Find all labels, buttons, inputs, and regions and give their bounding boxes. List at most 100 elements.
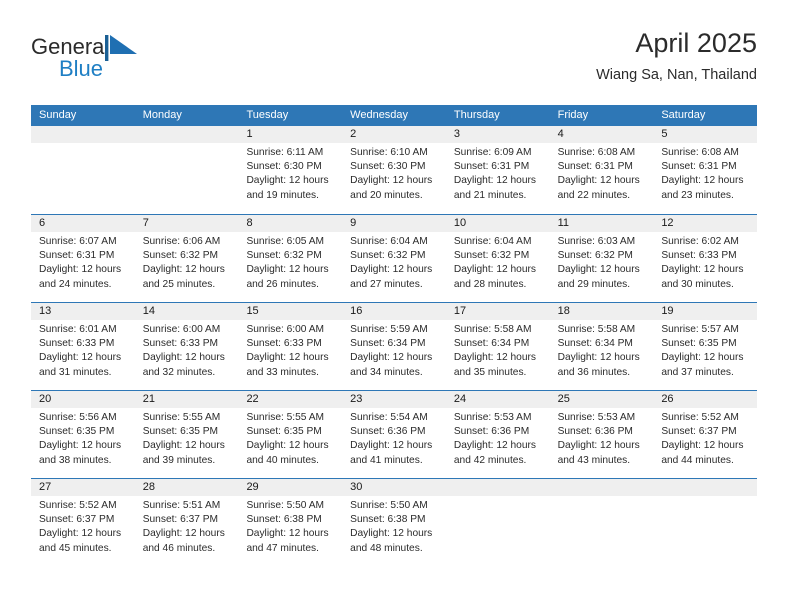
day-sunset-text: Sunset: 6:33 PM — [246, 338, 322, 350]
calendar-day-cell[interactable]: 27 Sunrise: 5:52 AM Sunset: 6:37 PM Dayligh… — [31, 479, 135, 566]
day-number: 19 — [653, 303, 758, 320]
calendar-day-cell[interactable]: 19 Sunrise: 5:57 AM Sunset: 6:35 PM Dayligh… — [653, 303, 758, 390]
calendar-day-cell[interactable]: 8 Sunrise: 6:05 AM Sunset: 6:32 PM Daylight… — [238, 215, 343, 302]
calendar-day-cell[interactable]: 12 Sunrise: 6:02 AM Sunset: 6:33 PM Dayligh… — [653, 215, 758, 302]
day-daylight-line2-text: and 45 minutes. — [39, 542, 112, 554]
calendar-day-cell[interactable]: 15 Sunrise: 6:00 AM Sunset: 6:33 PM Dayligh… — [238, 303, 343, 390]
weekday-header-saturday: Saturday — [661, 109, 706, 121]
calendar-day-cell[interactable]: 21 Sunrise: 5:55 AM Sunset: 6:35 PM Dayligh… — [134, 391, 239, 478]
day-daylight-line2-text: and 25 minutes. — [142, 278, 216, 290]
day-sunrise-text: Sunrise: 6:02 AM — [661, 236, 739, 247]
calendar-day-cell[interactable]: 25 Sunrise: 5:53 AM Sunset: 6:36 PM Dayligh… — [549, 391, 654, 478]
calendar-day-cell[interactable]: 2 Sunrise: 6:10 AM Sunset: 6:30 PM Daylight… — [342, 126, 446, 214]
day-sunrise-text: Sunrise: 6:11 AM — [246, 147, 324, 158]
day-sunset-text: Sunset: 6:31 PM — [557, 161, 633, 173]
page-title: April 2025 — [635, 28, 757, 58]
day-number: 13 — [31, 303, 135, 320]
calendar-day-cell[interactable]: 4 Sunrise: 6:08 AM Sunset: 6:31 PM Daylight… — [549, 126, 654, 214]
day-daylight-line2-text: and 19 minutes. — [246, 189, 319, 201]
day-sun-info: Sunrise: 5:50 AM Sunset: 6:38 PM Daylight:… — [238, 496, 342, 556]
day-number: 17 — [445, 303, 550, 320]
day-number: 14 — [134, 303, 239, 320]
calendar-day-cell[interactable]: 10 Sunrise: 6:04 AM Sunset: 6:32 PM Dayligh… — [445, 215, 550, 302]
day-sunset-text: Sunset: 6:34 PM — [453, 338, 530, 350]
day-sunrise-text: Sunrise: 6:05 AM — [246, 236, 325, 247]
calendar-day-cell[interactable]: 17 Sunrise: 5:58 AM Sunset: 6:34 PM Dayligh… — [445, 303, 550, 390]
calendar-day-cell[interactable]: 29 Sunrise: 5:50 AM Sunset: 6:38 PM Dayligh… — [238, 479, 343, 566]
day-sunset-text: Sunset: 6:32 PM — [453, 250, 530, 262]
calendar-day-cell[interactable]: 26 Sunrise: 5:52 AM Sunset: 6:37 PM Dayligh… — [653, 391, 758, 478]
calendar-day-cell[interactable]: 23 Sunrise: 5:54 AM Sunset: 6:36 PM Dayligh… — [342, 391, 446, 478]
day-sunrise-text: Sunrise: 6:07 AM — [39, 236, 117, 247]
day-daylight-line1-text: Daylight: 12 hours — [350, 264, 433, 276]
calendar-day-cell[interactable]: 9 Sunrise: 6:04 AM Sunset: 6:32 PM Daylight… — [342, 215, 446, 302]
calendar-day-cell[interactable]: 14 Sunrise: 6:00 AM Sunset: 6:33 PM Dayligh… — [134, 303, 239, 390]
blue-flag-logo-icon — [105, 35, 139, 61]
day-sun-info: Sunrise: 6:07 AM Sunset: 6:31 PM Daylight:… — [31, 232, 135, 292]
calendar-day-cell[interactable]: 16 Sunrise: 5:59 AM Sunset: 6:34 PM Dayligh… — [342, 303, 446, 390]
day-number: 22 — [238, 391, 343, 408]
day-number — [653, 479, 758, 496]
weekday-header-wednesday: Wednesday — [350, 109, 409, 121]
day-daylight-line1-text: Daylight: 12 hours — [246, 352, 329, 364]
day-sunset-text: Sunset: 6:32 PM — [142, 250, 219, 262]
day-sunset-text: Sunset: 6:31 PM — [661, 161, 737, 173]
calendar-day-cell[interactable]: 24 Sunrise: 5:53 AM Sunset: 6:36 PM Dayligh… — [445, 391, 550, 478]
day-sunset-text: Sunset: 6:33 PM — [142, 338, 219, 350]
calendar-day-cell[interactable]: 30 Sunrise: 5:50 AM Sunset: 6:38 PM Dayligh… — [342, 479, 446, 566]
day-daylight-line1-text: Daylight: 12 hours — [350, 175, 433, 187]
day-daylight-line2-text: and 43 minutes. — [557, 454, 631, 466]
calendar-day-cell[interactable]: 3 Sunrise: 6:09 AM Sunset: 6:31 PM Daylight… — [445, 126, 550, 214]
day-sunset-text: Sunset: 6:37 PM — [142, 514, 219, 526]
day-sun-info: Sunrise: 5:57 AM Sunset: 6:35 PM Daylight:… — [653, 320, 757, 380]
calendar-day-cell[interactable]: 13 Sunrise: 6:01 AM Sunset: 6:33 PM Dayligh… — [31, 303, 135, 390]
day-number: 23 — [342, 391, 446, 408]
title-block: April 2025 Wiang Sa, Nan, Thailand — [596, 26, 757, 86]
calendar-day-cell[interactable]: 11 Sunrise: 6:03 AM Sunset: 6:32 PM Dayligh… — [549, 215, 654, 302]
general-blue-logo[interactable]: General Blue — [31, 34, 161, 90]
day-sunrise-text: Sunrise: 5:53 AM — [557, 412, 636, 423]
day-daylight-line2-text: and 41 minutes. — [350, 454, 423, 466]
calendar-day-cell[interactable]: 28 Sunrise: 5:51 AM Sunset: 6:37 PM Dayligh… — [134, 479, 239, 566]
day-sunrise-text: Sunrise: 6:04 AM — [350, 236, 428, 247]
day-daylight-line1-text: Daylight: 12 hours — [142, 264, 225, 276]
day-number: 20 — [31, 391, 135, 408]
calendar-day-cell[interactable]: 5 Sunrise: 6:08 AM Sunset: 6:31 PM Daylight… — [653, 126, 758, 214]
day-sunset-text: Sunset: 6:33 PM — [39, 338, 115, 350]
day-sunset-text: Sunset: 6:37 PM — [661, 426, 737, 438]
day-daylight-line1-text: Daylight: 12 hours — [142, 528, 225, 540]
day-sun-info: Sunrise: 6:04 AM Sunset: 6:32 PM Daylight:… — [446, 232, 550, 292]
day-number: 12 — [653, 215, 758, 232]
day-daylight-line2-text: and 26 minutes. — [246, 278, 319, 290]
day-sun-info: Sunrise: 5:54 AM Sunset: 6:36 PM Daylight:… — [342, 408, 446, 468]
day-sun-info: Sunrise: 5:52 AM Sunset: 6:37 PM Daylight:… — [653, 408, 757, 468]
day-daylight-line2-text: and 24 minutes. — [39, 278, 112, 290]
day-sun-info: Sunrise: 5:58 AM Sunset: 6:34 PM Daylight:… — [446, 320, 550, 380]
calendar-day-cell[interactable]: 20 Sunrise: 5:56 AM Sunset: 6:35 PM Dayligh… — [31, 391, 135, 478]
day-number: 29 — [238, 479, 343, 496]
calendar-week-row: 13 Sunrise: 6:01 AM Sunset: 6:33 PM Dayligh… — [31, 302, 758, 390]
day-number: 25 — [549, 391, 654, 408]
day-number: 5 — [653, 126, 758, 143]
calendar-day-cell-empty — [31, 126, 135, 214]
day-daylight-line2-text: and 40 minutes. — [246, 454, 319, 466]
day-daylight-line2-text: and 33 minutes. — [246, 366, 319, 378]
calendar-day-cell[interactable]: 7 Sunrise: 6:06 AM Sunset: 6:32 PM Daylight… — [134, 215, 239, 302]
day-daylight-line2-text: and 23 minutes. — [661, 189, 734, 201]
day-sunrise-text: Sunrise: 5:56 AM — [39, 412, 117, 423]
calendar-weeks: 1 Sunrise: 6:11 AM Sunset: 6:30 PM Daylight… — [31, 126, 758, 566]
calendar-day-cell[interactable]: 22 Sunrise: 5:55 AM Sunset: 6:35 PM Dayligh… — [238, 391, 343, 478]
day-sunset-text: Sunset: 6:36 PM — [557, 426, 633, 438]
day-daylight-line2-text: and 48 minutes. — [350, 542, 423, 554]
day-sunrise-text: Sunrise: 5:52 AM — [661, 412, 739, 423]
calendar-day-cell[interactable]: 6 Sunrise: 6:07 AM Sunset: 6:31 PM Daylight… — [31, 215, 135, 302]
calendar-week-row: 20 Sunrise: 5:56 AM Sunset: 6:35 PM Dayligh… — [31, 390, 758, 478]
day-sun-info: Sunrise: 5:50 AM Sunset: 6:38 PM Daylight:… — [342, 496, 446, 556]
day-sun-info: Sunrise: 6:08 AM Sunset: 6:31 PM Daylight:… — [550, 143, 654, 203]
day-daylight-line1-text: Daylight: 12 hours — [661, 175, 744, 187]
day-sun-info: Sunrise: 6:10 AM Sunset: 6:30 PM Daylight:… — [342, 143, 446, 203]
calendar-day-cell[interactable]: 1 Sunrise: 6:11 AM Sunset: 6:30 PM Daylight… — [238, 126, 343, 214]
day-sunrise-text: Sunrise: 5:54 AM — [350, 412, 428, 423]
calendar-day-cell[interactable]: 18 Sunrise: 5:58 AM Sunset: 6:34 PM Dayligh… — [549, 303, 654, 390]
day-number: 7 — [134, 215, 239, 232]
